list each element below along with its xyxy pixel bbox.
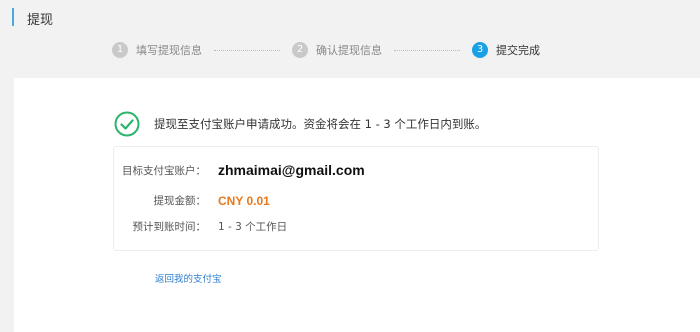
step-number: 1 [112, 42, 128, 58]
account-row: 目标支付宝账户： zhmaimai@gmail.com [114, 162, 421, 178]
eta-row: 预计到账时间： 1 - 3 个工作日 [114, 219, 288, 234]
step-number: 2 [292, 42, 308, 58]
eta-label: 预计到账时间： [132, 221, 207, 233]
back-to-alipay-link[interactable]: 返回我的支付宝 [155, 271, 222, 285]
step-number: 3 [472, 42, 488, 58]
amount-value: CNY 0.01 [218, 193, 270, 208]
progress-steps: 1 填写提现信息 2 确认提现信息 3 提交完成 [112, 40, 540, 60]
eta-value: 1 - 3 个工作日 [218, 221, 288, 233]
success-message-row: 提现至支付宝账户申请成功。资金将会在 1 - 3 个工作日内到账。 [114, 111, 486, 137]
step-connector [214, 49, 280, 51]
amount-row: 提现金额： CNY 0.01 [114, 193, 270, 208]
masked-name [381, 166, 421, 174]
withdrawal-details-box: 目标支付宝账户： zhmaimai@gmail.com 提现金额： CNY 0.… [113, 146, 599, 251]
page-title: 提现 [27, 13, 54, 28]
account-value: zhmaimai@gmail.com [218, 162, 365, 178]
success-message: 提现至支付宝账户申请成功。资金将会在 1 - 3 个工作日内到账。 [154, 117, 487, 131]
step-confirm-info: 2 确认提现信息 [292, 42, 382, 58]
result-panel: 提现至支付宝账户申请成功。资金将会在 1 - 3 个工作日内到账。 目标支付宝账… [14, 78, 700, 332]
step-connector [394, 49, 460, 51]
step-complete: 3 提交完成 [472, 42, 540, 58]
amount-label: 提现金额： [153, 195, 207, 207]
account-label: 目标支付宝账户： [122, 164, 206, 177]
step-fill-info: 1 填写提现信息 [112, 42, 202, 58]
step-label: 填写提现信息 [136, 44, 202, 57]
step-label: 确认提现信息 [316, 44, 382, 57]
step-label: 提交完成 [496, 44, 540, 57]
title-accent-bar [12, 8, 14, 26]
success-check-icon [114, 111, 140, 137]
